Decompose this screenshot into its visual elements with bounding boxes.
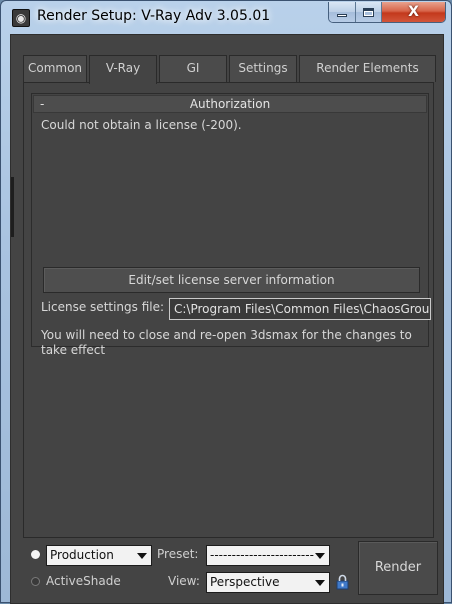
tab-settings[interactable]: Settings: [229, 55, 297, 82]
chevron-down-icon: [315, 580, 325, 586]
activeshade-label[interactable]: ActiveShade: [46, 574, 121, 588]
maximize-icon: [363, 7, 374, 17]
tab-render-elements[interactable]: Render Elements: [299, 55, 436, 82]
preset-value: ------------------------: [210, 548, 314, 562]
preset-label: Preset:: [157, 547, 199, 561]
render-mode-value: Production: [50, 548, 114, 562]
close-button[interactable]: X: [382, 2, 445, 22]
render-button[interactable]: Render: [358, 541, 438, 595]
rollout-header[interactable]: Authorization -: [33, 95, 427, 113]
window-title: Render Setup: V-Ray Adv 3.05.01: [37, 8, 271, 24]
3ds-max-icon[interactable]: ◉: [12, 9, 30, 27]
dialog-client-area: Common V-Ray GI Settings Render Elements…: [10, 34, 444, 604]
caption-buttons: X: [328, 2, 446, 23]
edit-license-server-button[interactable]: Edit/set license server information: [43, 267, 420, 293]
minimize-icon: [337, 13, 347, 17]
view-label: View:: [168, 574, 200, 588]
lock-icon[interactable]: [336, 574, 349, 590]
license-settings-file-field[interactable]: C:\Program Files\Common Files\ChaosGrou: [169, 298, 431, 320]
tab-v-ray[interactable]: V-Ray: [89, 55, 157, 84]
tab-gi[interactable]: GI: [159, 55, 227, 82]
render-setup-window: ◉ Render Setup: V-Ray Adv 3.05.01 X Comm…: [0, 0, 452, 604]
maximize-button[interactable]: [356, 2, 382, 22]
chevron-down-icon: [315, 553, 325, 559]
view-dropdown[interactable]: Perspective: [206, 572, 330, 593]
collapse-toggle[interactable]: -: [40, 96, 44, 112]
close-icon: X: [408, 4, 419, 20]
license-settings-label: License settings file:: [41, 300, 165, 314]
scroll-marker: [11, 177, 14, 237]
view-value: Perspective: [210, 575, 280, 589]
production-radio[interactable]: [31, 550, 40, 559]
license-error-text: Could not obtain a license (-200).: [41, 118, 242, 132]
preset-dropdown[interactable]: ------------------------: [206, 545, 330, 566]
title-bar[interactable]: ◉ Render Setup: V-Ray Adv 3.05.01 X: [1, 1, 451, 33]
activeshade-radio[interactable]: [31, 577, 40, 586]
chevron-down-icon: [137, 553, 147, 559]
minimize-button[interactable]: [329, 2, 356, 22]
authorization-rollout: Authorization - Could not obtain a licen…: [31, 93, 431, 357]
tab-bar: Common V-Ray GI Settings Render Elements: [23, 55, 436, 84]
render-mode-dropdown[interactable]: Production: [46, 545, 152, 566]
restart-note: You will need to close and re-open 3dsma…: [41, 328, 412, 357]
rollout-title: Authorization: [189, 97, 271, 111]
tab-common[interactable]: Common: [23, 55, 87, 82]
